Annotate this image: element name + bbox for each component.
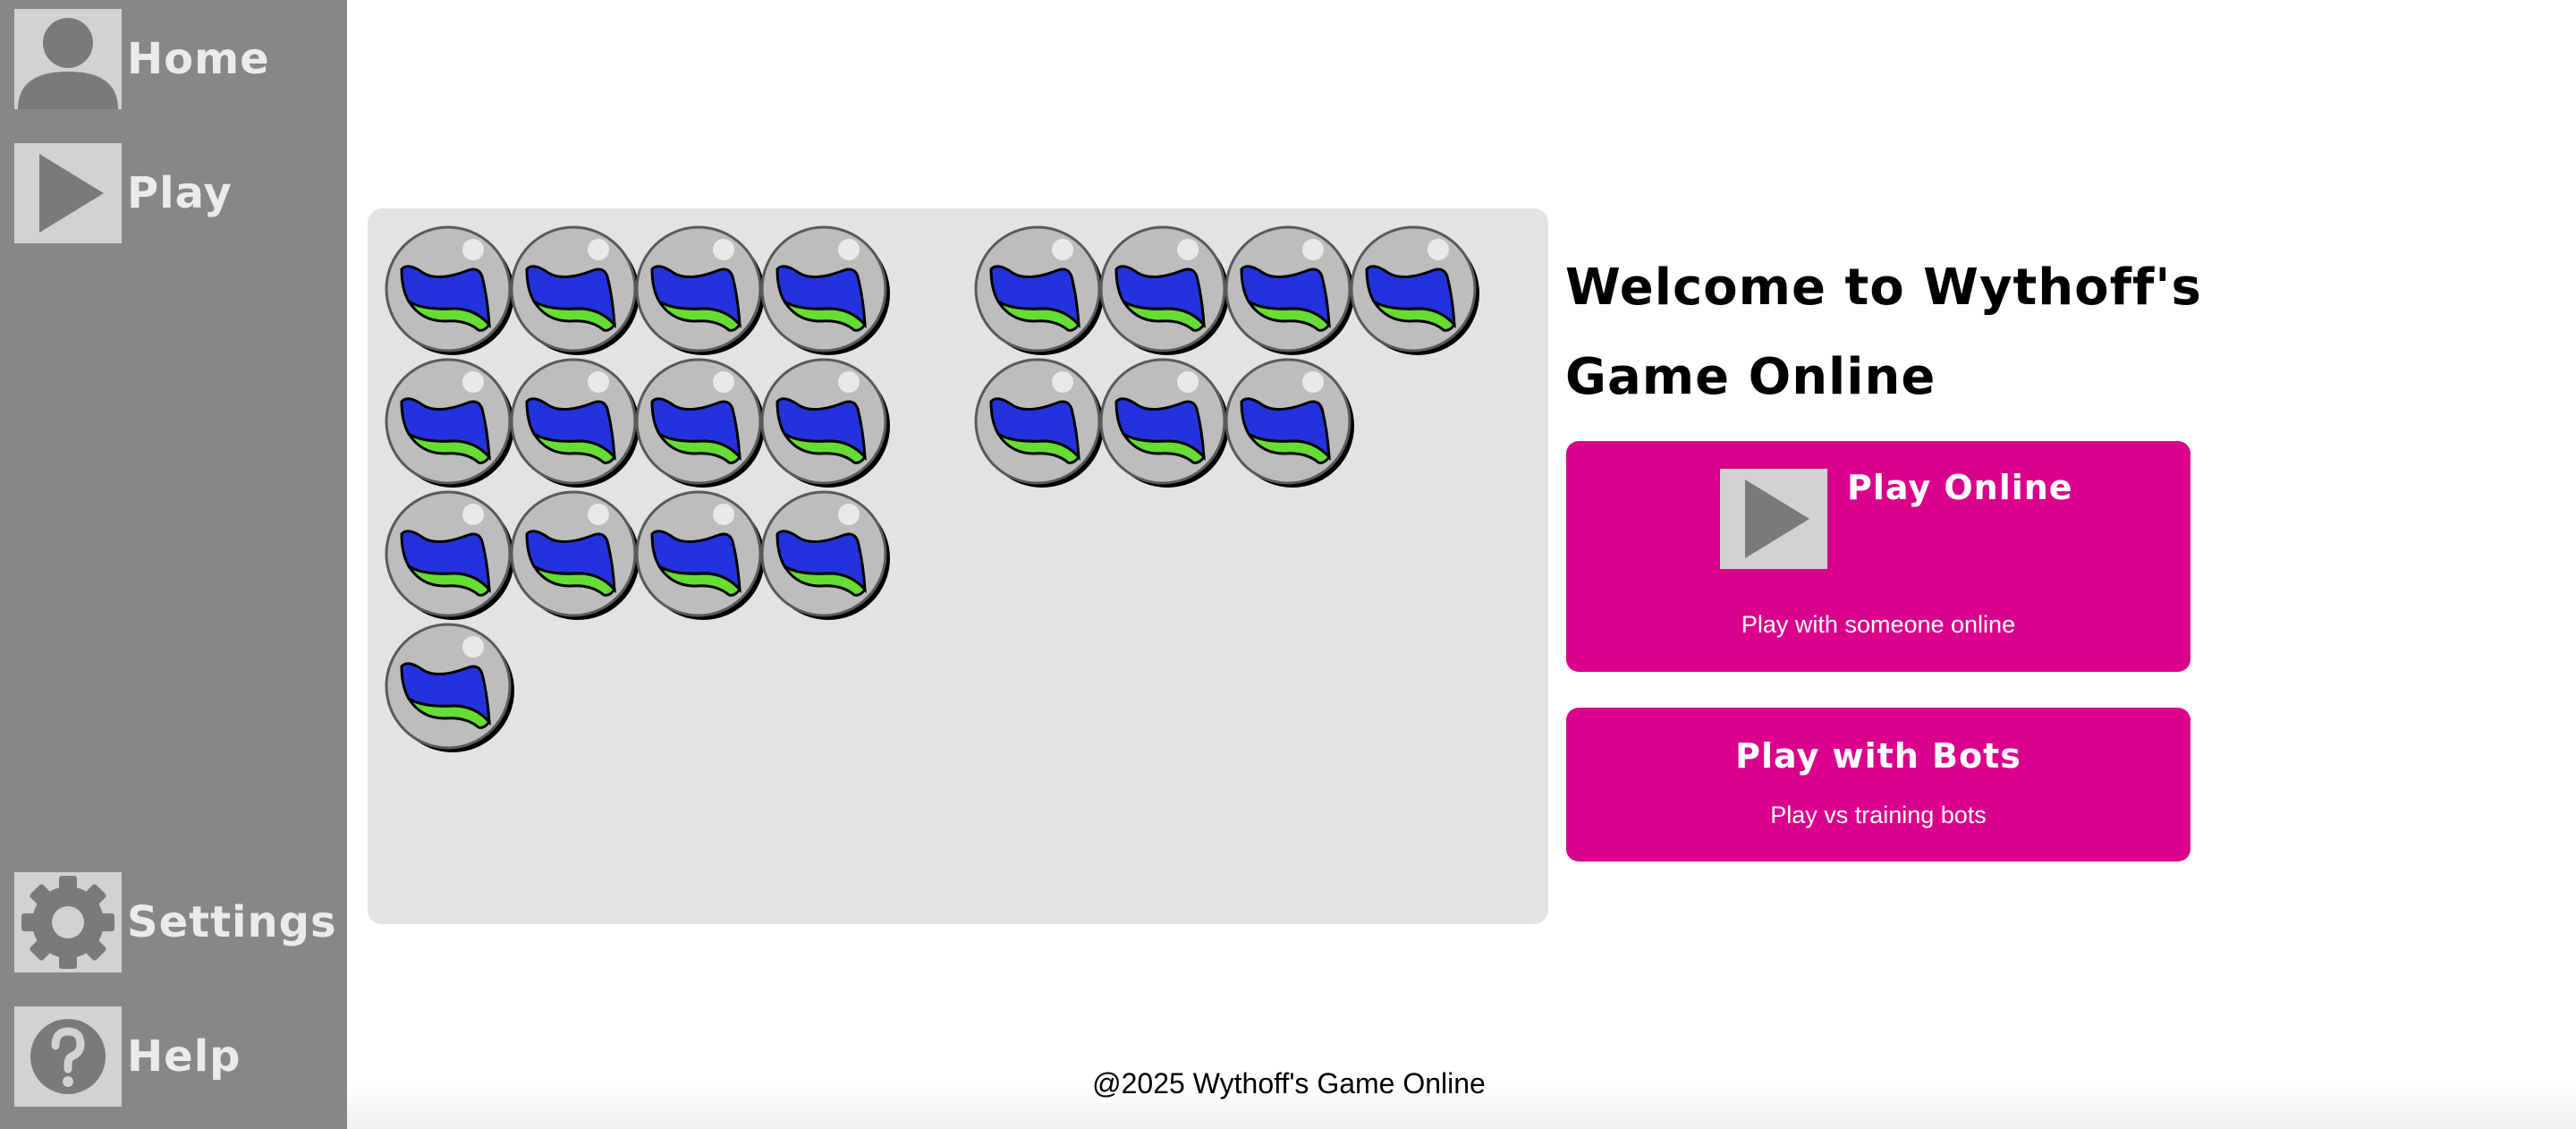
user-icon [14,9,122,109]
marble-token-icon[interactable] [1224,225,1356,357]
marble-token-icon[interactable] [635,358,767,489]
play-online-button[interactable]: Play Online Play with someone online [1566,441,2190,672]
marble-token-icon[interactable] [1099,225,1231,357]
marble-token-icon[interactable] [1099,358,1231,489]
footer: @2025 Wythoff's Game Online [347,1029,2576,1129]
play-icon [14,143,122,243]
sidebar-item-play[interactable]: Play [14,143,233,243]
marble-token-icon[interactable] [1350,225,1481,357]
play-online-title: Play Online [1847,468,2073,507]
marble-token-icon[interactable] [385,358,516,489]
marble-token-icon[interactable] [510,225,641,357]
marble-token-icon[interactable] [385,623,516,754]
game-board [368,208,1548,924]
marble-token-icon[interactable] [385,225,516,357]
play-with-bots-button[interactable]: Play with Bots Play vs training bots [1566,708,2190,862]
marble-token-icon[interactable] [760,358,892,489]
play-online-subtitle: Play with someone online [1741,611,2016,638]
copyright-text: @2025 Wythoff's Game Online [1092,1067,1486,1099]
gear-icon [14,872,122,972]
marble-token-icon[interactable] [760,225,892,357]
marble-token-icon[interactable] [510,358,641,489]
sidebar-item-label: Settings [127,897,337,947]
marble-token-icon[interactable] [974,358,1106,489]
marble-token-icon[interactable] [1224,358,1356,489]
board-canvas [385,225,1481,754]
sidebar-item-label: Play [127,168,233,218]
marble-token-icon[interactable] [385,490,516,622]
marble-token-icon[interactable] [510,490,641,622]
sidebar-item-label: Home [127,34,270,84]
sidebar-item-label: Help [127,1031,242,1082]
sidebar-item-help[interactable]: Help [14,1006,242,1107]
sidebar-item-settings[interactable]: Settings [14,872,337,972]
marble-token-icon[interactable] [635,490,767,622]
marble-token-icon[interactable] [635,225,767,357]
marble-token-icon[interactable] [760,490,892,622]
sidebar-item-home[interactable]: Home [14,9,270,109]
play-icon [1720,469,1827,569]
marble-token-icon[interactable] [974,225,1106,357]
help-icon [14,1006,122,1107]
page-title: Welcome to Wythoff's Game Online [1565,259,2202,406]
sidebar: Home Play Settings Help [0,0,347,1129]
play-bots-title: Play with Bots [1735,736,2021,776]
play-bots-subtitle: Play vs training bots [1770,802,1987,828]
